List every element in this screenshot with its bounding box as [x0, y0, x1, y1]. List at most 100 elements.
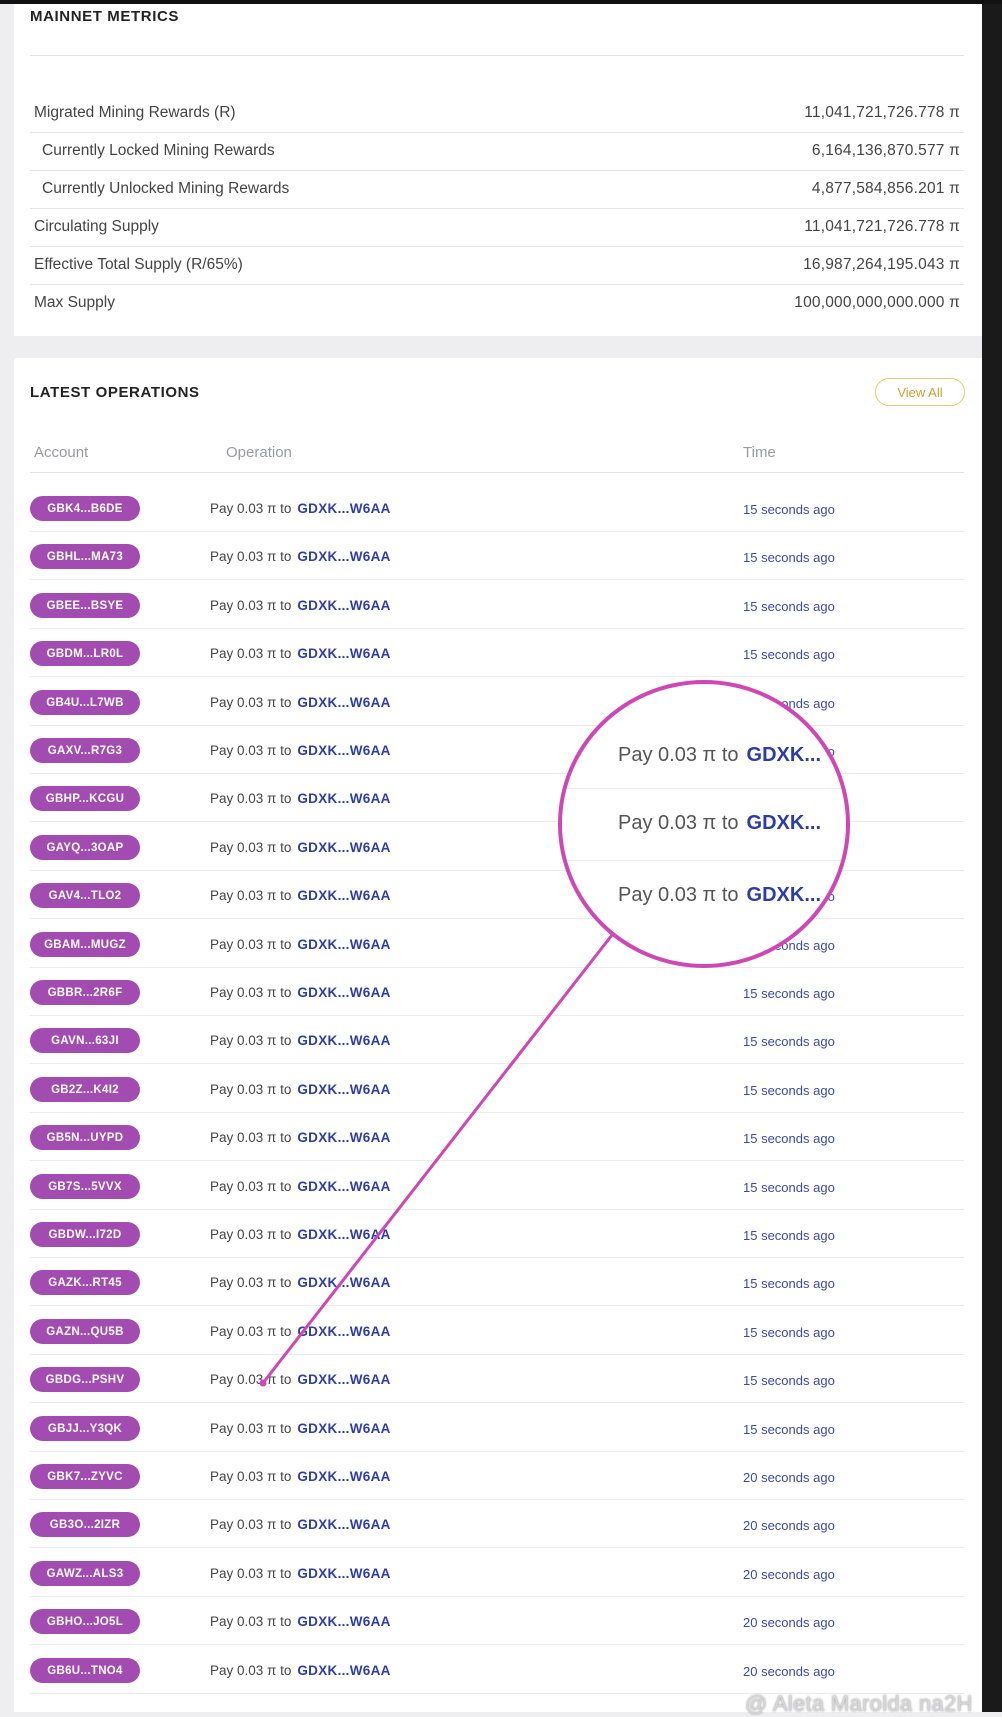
operation-text: Pay 0.03 π to [210, 791, 292, 806]
destination-link[interactable]: GDXK...W6AA [297, 1033, 390, 1048]
metrics-title: MAINNET METRICS [30, 8, 179, 25]
metric-row: Effective Total Supply (R/65%) 16,987,264… [30, 246, 964, 285]
time-cell: 15 seconds ago [743, 550, 835, 565]
destination-link[interactable]: GDXK...W6AA [297, 1566, 390, 1581]
account-badge[interactable]: GBBR...2R6F [30, 980, 140, 1005]
column-account: Account [34, 444, 89, 461]
magnified-destination: GDXK... [746, 884, 821, 906]
operation-text: Pay 0.03 π to [210, 1421, 292, 1436]
destination-link[interactable]: GDXK...W6AA [297, 549, 390, 564]
view-all-button[interactable]: View All [875, 378, 965, 406]
destination-link[interactable]: GDXK...W6AA [297, 501, 390, 516]
destination-link[interactable]: GDXK...W6AA [297, 888, 390, 903]
table-row: GBJJ...Y3QK Pay 0.03 π to GDXK...W6AA 15 se… [30, 1403, 964, 1452]
metric-value: 11,041,721,726.778 π [804, 104, 960, 121]
destination-link[interactable]: GDXK...W6AA [297, 1082, 390, 1097]
account-badge[interactable]: GBEE...BSYE [30, 593, 140, 618]
destination-link[interactable]: GDXK...W6AA [297, 695, 390, 710]
time-cell: 15 seconds ago [743, 1083, 835, 1098]
destination-link[interactable]: GDXK...W6AA [297, 791, 390, 806]
operation-cell: Pay 0.03 π to GDXK...W6AA [210, 840, 391, 855]
operation-text: Pay 0.03 π to [210, 1227, 292, 1242]
operation-cell: Pay 0.03 π to GDXK...W6AA [210, 1179, 391, 1194]
table-row: GAWZ...ALS3 Pay 0.03 π to GDXK...W6AA 20 se… [30, 1548, 964, 1597]
account-badge[interactable]: GBDM...LR0L [30, 641, 140, 666]
destination-link[interactable]: GDXK...W6AA [297, 1275, 390, 1290]
metrics-divider [30, 55, 964, 56]
magnified-divider [562, 860, 846, 861]
table-row: GB7S...5VVX Pay 0.03 π to GDXK...W6AA 15 se… [30, 1161, 964, 1210]
destination-link[interactable]: GDXK...W6AA [297, 985, 390, 1000]
column-operation: Operation [226, 444, 292, 461]
metric-value: 6,164,136,870.577 π [811, 142, 960, 159]
destination-link[interactable]: GDXK...W6AA [297, 1517, 390, 1532]
account-badge[interactable]: GB3O...2IZR [30, 1512, 140, 1537]
account-badge[interactable]: GBJJ...Y3QK [30, 1416, 140, 1441]
metric-value: 4,877,584,856.201 π [811, 180, 960, 197]
table-row: GBDM...LR0L Pay 0.03 π to GDXK...W6AA 15 se… [30, 628, 964, 677]
operation-cell: Pay 0.03 π to GDXK...W6AA [210, 501, 391, 516]
destination-link[interactable]: GDXK...W6AA [297, 598, 390, 613]
destination-link[interactable]: GDXK...W6AA [297, 1663, 390, 1678]
table-row: GAVN...63JI Pay 0.03 π to GDXK...W6AA 15 se… [30, 1015, 964, 1064]
account-badge[interactable]: GBHP...KCGU [30, 786, 140, 811]
account-badge[interactable]: GB2Z...K4I2 [30, 1077, 140, 1102]
destination-link[interactable]: GDXK...W6AA [297, 646, 390, 661]
account-badge[interactable]: GBDG...PSHV [30, 1367, 140, 1392]
time-cell: 20 seconds ago [743, 1470, 835, 1485]
operation-cell: Pay 0.03 π to GDXK...W6AA [210, 1324, 391, 1339]
destination-link[interactable]: GDXK...W6AA [297, 1614, 390, 1629]
destination-link[interactable]: GDXK...W6AA [297, 743, 390, 758]
account-badge[interactable]: GB6U...TNO4 [30, 1658, 140, 1683]
destination-link[interactable]: GDXK...W6AA [297, 1372, 390, 1387]
account-badge[interactable]: GB7S...5VVX [30, 1174, 140, 1199]
account-badge[interactable]: GB4U...L7WB [30, 690, 140, 715]
account-badge[interactable]: GAWZ...ALS3 [30, 1561, 140, 1586]
destination-link[interactable]: GDXK...W6AA [297, 1130, 390, 1145]
table-row: GBBR...2R6F Pay 0.03 π to GDXK...W6AA 15 se… [30, 967, 964, 1016]
operation-cell: Pay 0.03 π to GDXK...W6AA [210, 1469, 391, 1484]
account-badge[interactable]: GAV4...TLO2 [30, 883, 140, 908]
account-badge[interactable]: GAXV...R7G3 [30, 738, 140, 763]
metric-value: 11,041,721,726.778 π [804, 218, 960, 235]
account-badge[interactable]: GAZK...RT45 [30, 1270, 140, 1295]
destination-link[interactable]: GDXK...W6AA [297, 840, 390, 855]
operation-cell: Pay 0.03 π to GDXK...W6AA [210, 1614, 391, 1629]
table-row: GAZN...QU5B Pay 0.03 π to GDXK...W6AA 15 se… [30, 1306, 964, 1355]
account-badge[interactable]: GBHO...JO5L [30, 1609, 140, 1634]
time-cell: 15 seconds ago [743, 1228, 835, 1243]
operation-cell: Pay 0.03 π to GDXK...W6AA [210, 695, 391, 710]
account-badge[interactable]: GBHL...MA73 [30, 544, 140, 569]
operation-text: Pay 0.03 π to [210, 501, 292, 516]
account-badge[interactable]: GBK7...ZYVC [30, 1464, 140, 1489]
magnifier-overlay: Pay 0.03 π to GDXK... Pay 0.03 π to GDXK..… [558, 680, 850, 968]
operation-text: Pay 0.03 π to [210, 1663, 292, 1678]
time-cell: 20 seconds ago [743, 1615, 835, 1630]
time-cell: 15 seconds ago [743, 1373, 835, 1388]
metric-row: Circulating Supply 11,041,721,726.778 π [30, 208, 964, 247]
time-cell: 15 seconds ago [743, 599, 835, 614]
time-cell: 15 seconds ago [743, 647, 835, 662]
account-badge[interactable]: GBK4...B6DE [30, 496, 140, 521]
account-badge[interactable]: GBDW...I72D [30, 1222, 140, 1247]
operation-cell: Pay 0.03 π to GDXK...W6AA [210, 791, 391, 806]
table-row: GBAM...MUGZ Pay 0.03 π to GDXK...W6AA 15 se… [30, 919, 964, 968]
account-badge[interactable]: GB5N...UYPD [30, 1125, 140, 1150]
destination-link[interactable]: GDXK...W6AA [297, 1421, 390, 1436]
destination-link[interactable]: GDXK...W6AA [297, 1469, 390, 1484]
destination-link[interactable]: GDXK...W6AA [297, 1227, 390, 1242]
column-time: Time [743, 444, 776, 461]
account-badge[interactable]: GAYQ...3OAP [30, 835, 140, 860]
time-cell: 15 seconds ago [743, 502, 835, 517]
destination-link[interactable]: GDXK...W6AA [297, 937, 390, 952]
destination-link[interactable]: GDXK...W6AA [297, 1324, 390, 1339]
operation-cell: Pay 0.03 π to GDXK...W6AA [210, 1421, 391, 1436]
destination-link[interactable]: GDXK...W6AA [297, 1179, 390, 1194]
table-row: GBDW...I72D Pay 0.03 π to GDXK...W6AA 15 se… [30, 1209, 964, 1258]
time-cell: 15 seconds ago [743, 1325, 835, 1340]
account-badge[interactable]: GAZN...QU5B [30, 1319, 140, 1344]
account-badge[interactable]: GAVN...63JI [30, 1028, 140, 1053]
metric-row: Migrated Mining Rewards (R) 11,041,721,72… [30, 94, 964, 133]
metric-label: Effective Total Supply (R/65%) [34, 256, 243, 273]
account-badge[interactable]: GBAM...MUGZ [30, 932, 140, 957]
